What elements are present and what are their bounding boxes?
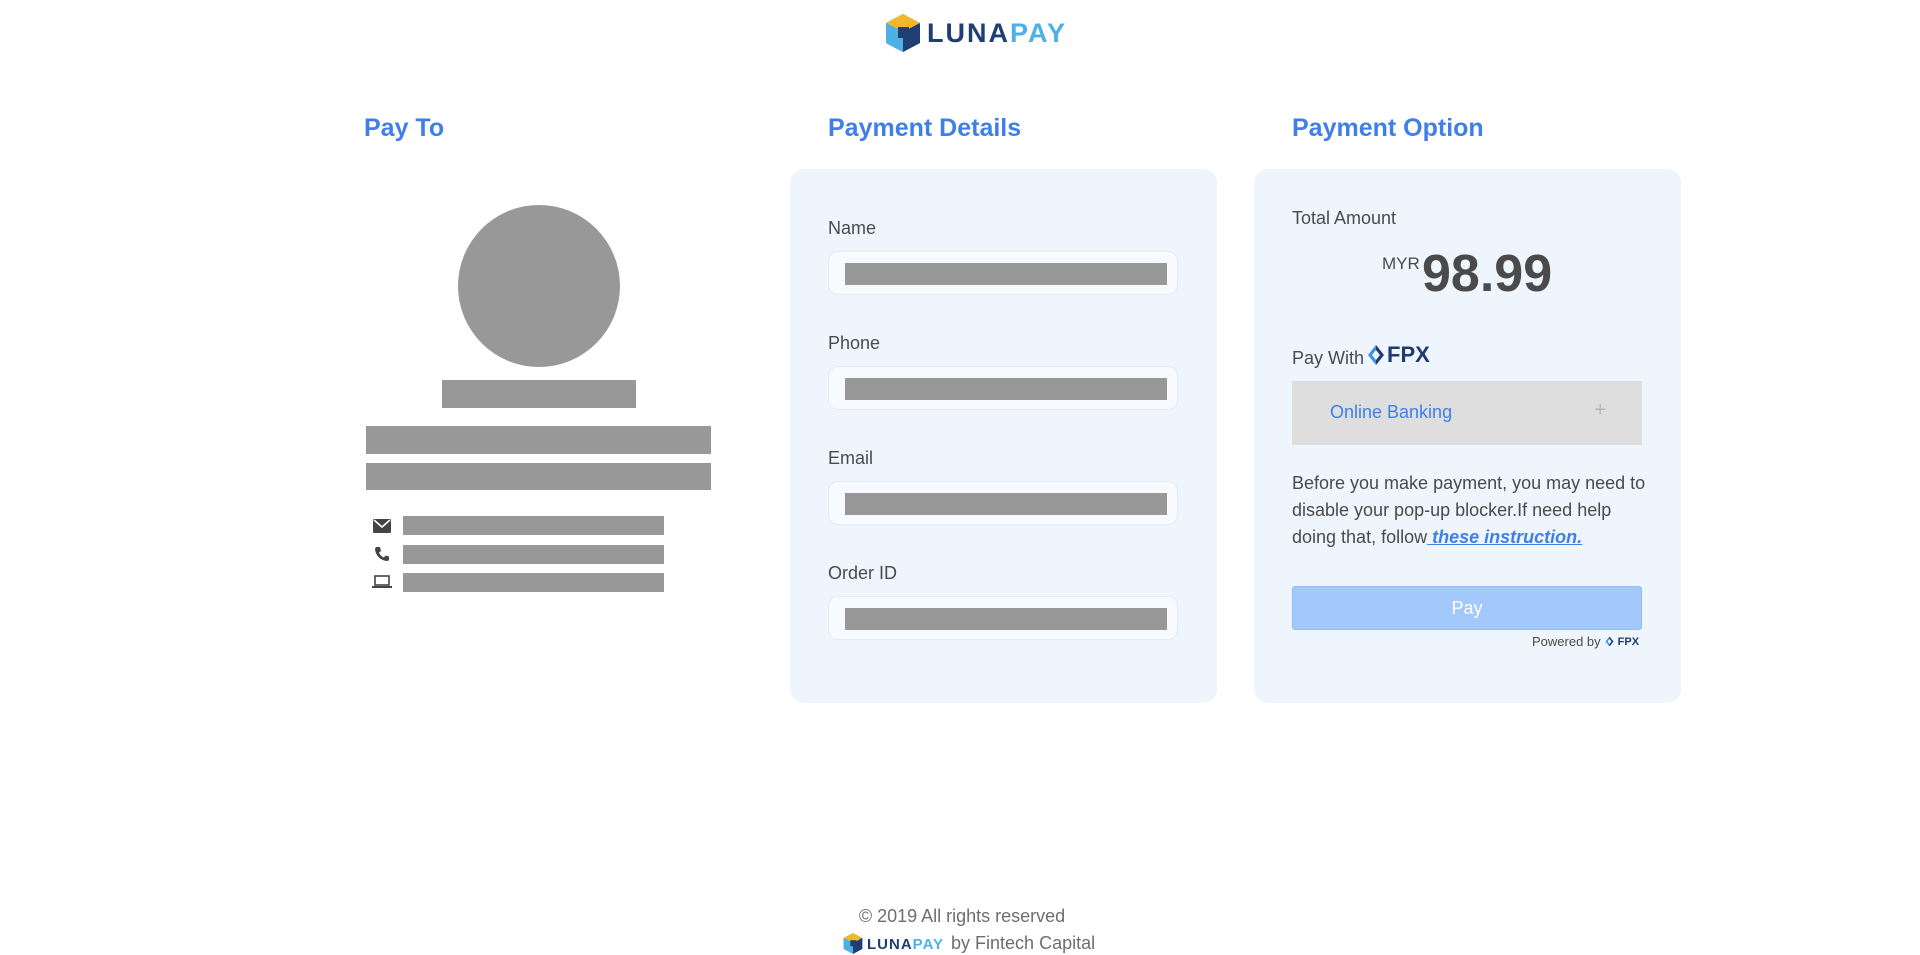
order-id-label: Order ID [828, 563, 898, 583]
currency-label: MYR [1382, 254, 1420, 273]
online-banking-label: Online Banking [1330, 402, 1453, 422]
lunapay-cube-small-icon [843, 933, 863, 954]
footer-brand: LUNAPAY by Fintech Capital [842, 932, 1095, 955]
pay-with-label: Pay With [1292, 348, 1365, 368]
merchant-name-redacted [442, 380, 636, 408]
footer-copyright: © 2019 All rights reserved [858, 906, 1066, 926]
total-amount-label: Total Amount [1292, 208, 1397, 228]
powered-by-fpx: Powered by FPX [1532, 634, 1640, 649]
contact-email-redacted [403, 516, 664, 535]
fpx-logo: FPX [1367, 342, 1430, 368]
order-id-value-redacted [845, 608, 1167, 630]
lunapay-cube-logo-icon [886, 14, 920, 52]
instruction-link[interactable]: these instruction. [1427, 527, 1582, 547]
merchant-avatar [458, 205, 620, 367]
email-label: Email [828, 448, 874, 468]
email-value-redacted [845, 493, 1167, 515]
phone-value-redacted [845, 378, 1167, 400]
phone-label: Phone [828, 333, 881, 353]
envelope-icon [372, 516, 392, 536]
total-amount-value: 98.99 [1422, 245, 1553, 303]
contact-phone-redacted [403, 545, 664, 564]
name-label: Name [828, 218, 877, 238]
order-id-field[interactable] [828, 596, 1178, 640]
name-field[interactable] [828, 251, 1178, 295]
contact-website-redacted [403, 573, 664, 592]
merchant-description-redacted [366, 426, 711, 454]
email-field[interactable] [828, 481, 1178, 525]
laptop-icon [372, 572, 392, 592]
fpx-small-diamond-icon [1605, 636, 1614, 647]
popup-blocker-notice: Before you make payment, you may need to… [1292, 473, 1646, 547]
name-value-redacted [845, 263, 1167, 285]
payment-details-title: Payment Details [828, 114, 1022, 142]
pay-to-title: Pay To [364, 114, 445, 142]
pay-button[interactable]: Pay [1292, 586, 1642, 630]
header-logo[interactable]: LUNAPAY [883, 12, 1067, 54]
logo-wordmark: LUNAPAY [927, 17, 1068, 48]
phone-field[interactable] [828, 366, 1178, 410]
fpx-diamond-icon [1368, 345, 1384, 365]
phone-icon [372, 544, 392, 564]
merchant-description-redacted [366, 463, 711, 490]
online-banking-select[interactable]: Online Banking + [1292, 381, 1642, 445]
payment-option-title: Payment Option [1292, 114, 1484, 142]
expand-plus-icon: + [1594, 399, 1606, 421]
